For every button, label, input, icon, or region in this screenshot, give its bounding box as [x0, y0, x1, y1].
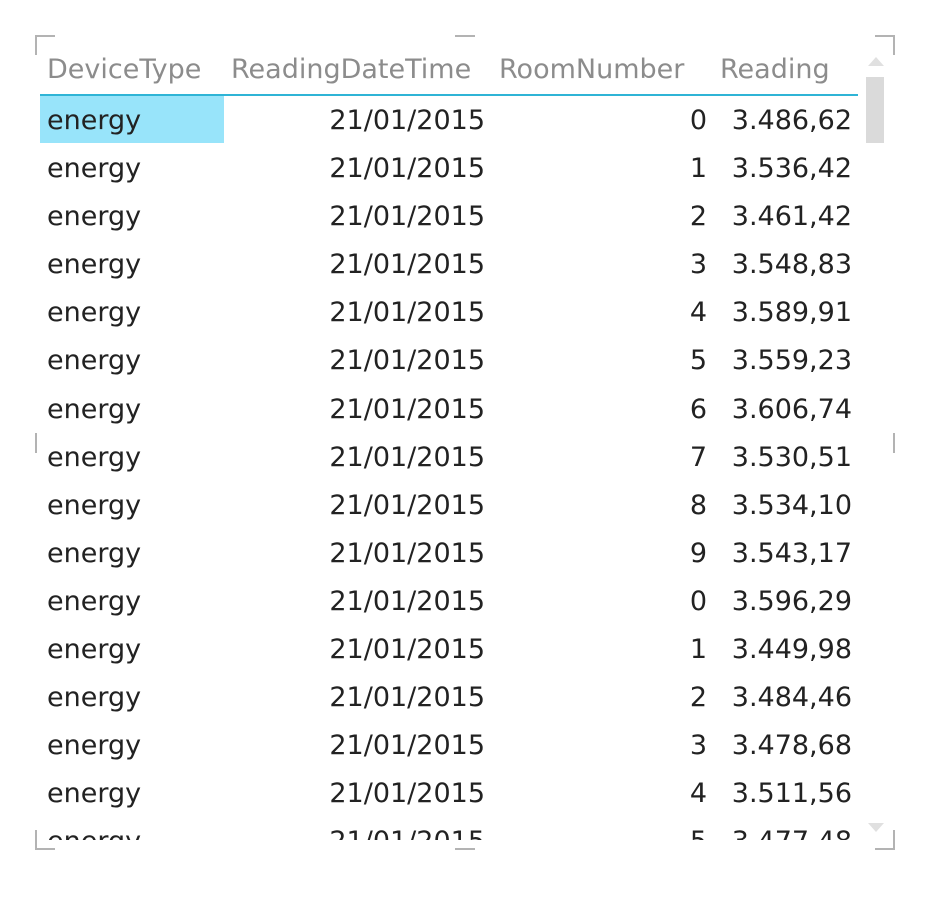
table-row[interactable]: energy 21/01/2015 1 3.536,42 — [40, 144, 858, 192]
cell-devicetype[interactable]: energy — [47, 730, 141, 761]
cell-roomnumber[interactable]: 2 — [600, 201, 707, 232]
column-header-devicetype[interactable]: DeviceType — [47, 54, 201, 85]
cell-readingdatetime[interactable]: 21/01/2015 — [240, 153, 485, 184]
cell-reading[interactable]: 3.606,74 — [730, 394, 852, 425]
cell-readingdatetime[interactable]: 21/01/2015 — [240, 442, 485, 473]
table-body: energy 21/01/2015 0 3.486,62 energy 21/01/201… — [40, 96, 858, 840]
cell-reading[interactable]: 3.596,29 — [730, 586, 852, 617]
cell-devicetype[interactable]: energy — [47, 442, 141, 473]
resize-handle-right[interactable] — [893, 433, 895, 453]
cell-roomnumber[interactable]: 4 — [600, 297, 707, 328]
cell-roomnumber[interactable]: 0 — [600, 105, 707, 136]
cell-readingdatetime[interactable]: 21/01/2015 — [240, 490, 485, 521]
data-table: DeviceType ReadingDateTime RoomNumber Re… — [40, 50, 858, 840]
table-row[interactable]: energy 21/01/2015 7 3.530,51 — [40, 433, 858, 481]
cell-roomnumber[interactable]: 0 — [600, 586, 707, 617]
cell-roomnumber[interactable]: 1 — [600, 153, 707, 184]
cell-devicetype[interactable]: energy — [47, 297, 141, 328]
table-row[interactable]: energy 21/01/2015 0 3.596,29 — [40, 577, 858, 625]
cell-roomnumber[interactable]: 5 — [600, 826, 707, 840]
resize-handle-bottom[interactable] — [455, 848, 475, 850]
cell-reading[interactable]: 3.511,56 — [730, 778, 852, 809]
table-row[interactable]: energy 21/01/2015 4 3.589,91 — [40, 288, 858, 336]
column-header-reading[interactable]: Reading — [720, 54, 830, 85]
cell-devicetype[interactable]: energy — [47, 201, 141, 232]
cell-roomnumber[interactable]: 6 — [600, 394, 707, 425]
table-row[interactable]: energy 21/01/2015 8 3.534,10 — [40, 481, 858, 529]
cell-readingdatetime[interactable]: 21/01/2015 — [240, 730, 485, 761]
table-row[interactable]: energy 21/01/2015 5 3.477,48 — [40, 817, 858, 840]
cell-reading[interactable]: 3.486,62 — [730, 105, 852, 136]
focus-corner-top-right — [875, 35, 895, 55]
table-row[interactable]: energy 21/01/2015 2 3.484,46 — [40, 673, 858, 721]
cell-readingdatetime[interactable]: 21/01/2015 — [240, 682, 485, 713]
cell-devicetype[interactable]: energy — [47, 249, 141, 280]
table-row[interactable]: energy 21/01/2015 3 3.478,68 — [40, 721, 858, 769]
table-header: DeviceType ReadingDateTime RoomNumber Re… — [40, 50, 858, 96]
column-header-roomnumber[interactable]: RoomNumber — [499, 54, 684, 85]
cell-reading[interactable]: 3.543,17 — [730, 538, 852, 569]
cell-readingdatetime[interactable]: 21/01/2015 — [240, 249, 485, 280]
cell-devicetype[interactable]: energy — [47, 490, 141, 521]
chevron-down-icon[interactable] — [868, 823, 884, 832]
cell-reading[interactable]: 3.534,10 — [730, 490, 852, 521]
cell-readingdatetime[interactable]: 21/01/2015 — [240, 105, 485, 136]
cell-readingdatetime[interactable]: 21/01/2015 — [240, 297, 485, 328]
cell-readingdatetime[interactable]: 21/01/2015 — [240, 634, 485, 665]
cell-devicetype[interactable]: energy — [47, 634, 141, 665]
cell-roomnumber[interactable]: 3 — [600, 730, 707, 761]
cell-readingdatetime[interactable]: 21/01/2015 — [240, 201, 485, 232]
focus-corner-bottom-right — [875, 830, 895, 850]
cell-roomnumber[interactable]: 7 — [600, 442, 707, 473]
cell-readingdatetime[interactable]: 21/01/2015 — [240, 538, 485, 569]
cell-roomnumber[interactable]: 4 — [600, 778, 707, 809]
column-header-readingdatetime[interactable]: ReadingDateTime — [231, 54, 471, 85]
table-visual[interactable]: DeviceType ReadingDateTime RoomNumber Re… — [35, 35, 895, 850]
cell-devicetype[interactable]: energy — [47, 538, 141, 569]
vertical-scrollbar[interactable] — [865, 57, 887, 832]
cell-reading[interactable]: 3.589,91 — [730, 297, 852, 328]
cell-reading[interactable]: 3.478,68 — [730, 730, 852, 761]
cell-reading[interactable]: 3.484,46 — [730, 682, 852, 713]
scrollbar-thumb[interactable] — [866, 77, 884, 143]
cell-reading[interactable]: 3.559,23 — [730, 345, 852, 376]
table-row[interactable]: energy 21/01/2015 6 3.606,74 — [40, 385, 858, 433]
table-row[interactable]: energy 21/01/2015 9 3.543,17 — [40, 529, 858, 577]
cell-devicetype[interactable]: energy — [47, 682, 141, 713]
cell-devicetype[interactable]: energy — [47, 778, 141, 809]
cell-reading[interactable]: 3.461,42 — [730, 201, 852, 232]
table-row[interactable]: energy 21/01/2015 2 3.461,42 — [40, 192, 858, 240]
cell-reading[interactable]: 3.548,83 — [730, 249, 852, 280]
cell-devicetype[interactable]: energy — [47, 826, 141, 840]
cell-readingdatetime[interactable]: 21/01/2015 — [240, 345, 485, 376]
cell-readingdatetime[interactable]: 21/01/2015 — [240, 394, 485, 425]
cell-devicetype[interactable]: energy — [47, 105, 141, 136]
table-row[interactable]: energy 21/01/2015 1 3.449,98 — [40, 625, 858, 673]
cell-reading[interactable]: 3.449,98 — [730, 634, 852, 665]
cell-roomnumber[interactable]: 8 — [600, 490, 707, 521]
chevron-up-icon[interactable] — [868, 57, 884, 66]
cell-readingdatetime[interactable]: 21/01/2015 — [240, 826, 485, 840]
cell-roomnumber[interactable]: 3 — [600, 249, 707, 280]
cell-readingdatetime[interactable]: 21/01/2015 — [240, 586, 485, 617]
table-row[interactable]: energy 21/01/2015 4 3.511,56 — [40, 769, 858, 817]
cell-roomnumber[interactable]: 9 — [600, 538, 707, 569]
cell-devicetype[interactable]: energy — [47, 394, 141, 425]
cell-roomnumber[interactable]: 5 — [600, 345, 707, 376]
cell-devicetype[interactable]: energy — [47, 345, 141, 376]
cell-readingdatetime[interactable]: 21/01/2015 — [240, 778, 485, 809]
cell-roomnumber[interactable]: 1 — [600, 634, 707, 665]
resize-handle-top[interactable] — [455, 35, 475, 37]
cell-reading[interactable]: 3.477,48 — [730, 826, 852, 840]
cell-roomnumber[interactable]: 2 — [600, 682, 707, 713]
resize-handle-left[interactable] — [35, 433, 37, 453]
cell-reading[interactable]: 3.530,51 — [730, 442, 852, 473]
cell-reading[interactable]: 3.536,42 — [730, 153, 852, 184]
cell-devicetype[interactable]: energy — [47, 153, 141, 184]
cell-devicetype[interactable]: energy — [47, 586, 141, 617]
table-row[interactable]: energy 21/01/2015 3 3.548,83 — [40, 240, 858, 288]
table-row[interactable]: energy 21/01/2015 5 3.559,23 — [40, 336, 858, 384]
table-row[interactable]: energy 21/01/2015 0 3.486,62 — [40, 96, 858, 144]
